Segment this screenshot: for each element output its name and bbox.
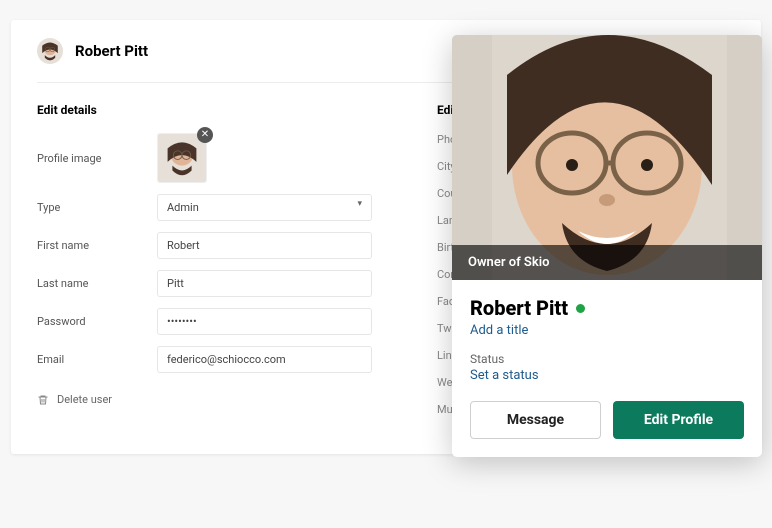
label-last-name: Last name [37,277,157,290]
label-password: Password [37,315,157,328]
input-password[interactable] [157,308,372,335]
message-button[interactable]: Message [470,401,601,439]
input-last-name[interactable] [157,270,372,297]
row-password: Password [37,308,377,335]
card-name-row: Robert Pitt [470,296,744,320]
status-label: Status [470,352,744,366]
row-last-name: Last name [37,270,377,297]
input-first-name[interactable] [157,232,372,259]
online-status-icon [576,304,585,313]
avatar [37,38,63,64]
select-type[interactable] [157,194,372,221]
trash-icon [37,394,49,406]
set-status-link[interactable]: Set a status [470,368,744,383]
profile-banner: Owner of Skio [452,245,762,280]
label-first-name: First name [37,239,157,252]
row-profile-image: Profile image ✕ [37,133,377,183]
edit-profile-button[interactable]: Edit Profile [613,401,744,439]
delete-user-button[interactable]: Delete user [37,393,377,406]
label-email: Email [37,353,157,366]
remove-image-icon[interactable]: ✕ [197,127,213,143]
row-email: Email [37,346,377,373]
add-title-link[interactable]: Add a title [470,323,744,338]
input-email[interactable] [157,346,372,373]
card-user-name: Robert Pitt [470,296,568,320]
page-title: Robert Pitt [75,42,148,60]
delete-user-label: Delete user [57,393,112,406]
profile-photo: Owner of Skio [452,35,762,280]
row-first-name: First name [37,232,377,259]
row-type: Type [37,194,377,221]
edit-details-column: Edit details Profile image [37,103,377,430]
label-profile-image: Profile image [37,152,157,165]
label-type: Type [37,201,157,214]
profile-card: Owner of Skio Robert Pitt Add a title St… [452,35,762,457]
section-title-edit-details: Edit details [37,103,377,117]
